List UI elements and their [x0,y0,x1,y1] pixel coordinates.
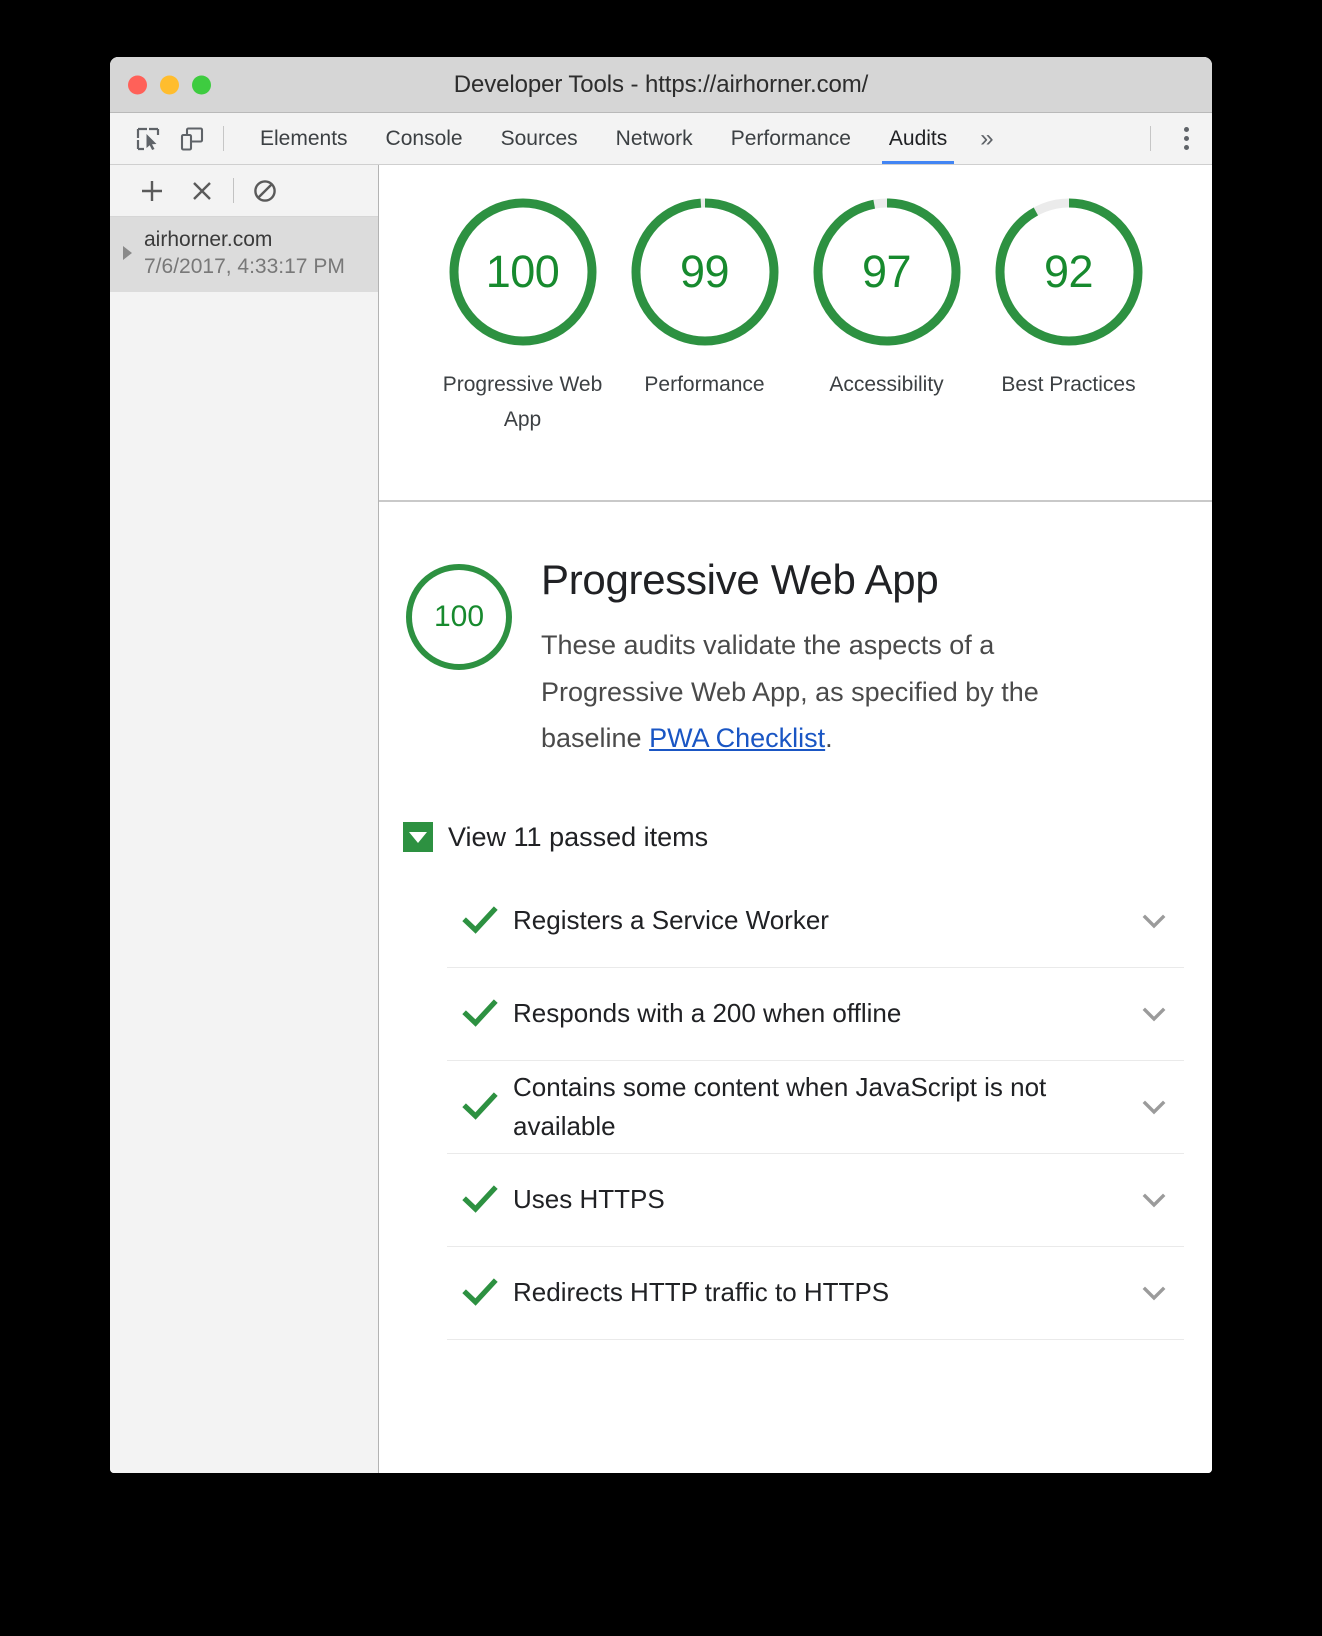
toolbar-divider [223,126,224,151]
add-audit-button[interactable] [127,177,177,205]
score-ring: 99 [627,194,783,350]
clear-audit-button[interactable] [177,177,227,205]
kebab-menu-icon[interactable] [1160,113,1212,164]
gauge-performance[interactable]: 99 Performance [614,194,796,403]
chevron-down-icon[interactable] [1124,906,1184,936]
category-header: 100 Progressive Web App These audits val… [379,556,1212,762]
audits-report-panel: 100 Progressive Web App 99 Performance 9… [379,165,1212,1473]
passed-audits-list: Registers a Service Worker Responds with… [447,875,1184,1340]
tab-label: Performance [730,126,851,150]
triangle-down-icon[interactable] [403,822,433,853]
table-row[interactable]: Contains some content when JavaScript is… [447,1061,1184,1154]
chevron-down-icon[interactable] [1124,1185,1184,1215]
devtools-window: Developer Tools - https://airhorner.com/… [110,57,1212,1473]
gauge-label: Performance [644,373,765,396]
audits-sidebar: airhorner.com 7/6/2017, 4:33:17 PM [110,165,379,1473]
score-value: 100 [485,246,560,297]
page-title: Progressive Web App [541,556,939,603]
audit-title: Uses HTTPS [513,1184,665,1215]
tab-label: Network [615,126,693,150]
gauge-accessibility[interactable]: 97 Accessibility [796,194,978,403]
check-icon [447,1089,513,1125]
tab-performance[interactable]: Performance [712,113,870,164]
block-requests-button[interactable] [240,177,290,205]
window-controls [128,75,211,94]
tab-network[interactable]: Network [597,113,712,164]
check-icon [447,903,513,939]
tab-bar-right [1141,113,1212,164]
chevron-down-icon[interactable] [1124,1092,1184,1122]
report-entry: airhorner.com 7/6/2017, 4:33:17 PM [144,226,345,281]
category-description: These audits validate the aspects of a P… [541,622,1141,761]
zoom-window-button[interactable] [192,75,211,94]
check-icon [447,996,513,1032]
score-value: 97 [861,246,912,297]
tab-label: Elements [260,126,348,150]
score-gauges: 100 Progressive Web App 99 Performance 9… [379,165,1212,502]
table-row[interactable]: Redirects HTTP traffic to HTTPS [447,1247,1184,1340]
chevron-down-icon[interactable] [1124,1278,1184,1308]
view-passed-items-toggle[interactable]: View 11 passed items [403,822,1212,853]
gauge-label: Accessibility [829,373,944,396]
tab-label: Sources [500,126,578,150]
table-row[interactable]: Registers a Service Worker [447,875,1184,968]
tab-console[interactable]: Console [367,113,482,164]
more-tabs-icon[interactable]: » [966,113,1007,164]
gauge-label: Best Practices [1001,373,1136,396]
tab-elements[interactable]: Elements [241,113,367,164]
sidebar-toolbar-divider [233,178,234,203]
category-text: Progressive Web App These audits validat… [541,556,1161,762]
report-timestamp: 7/6/2017, 4:33:17 PM [144,255,345,279]
chevron-down-icon[interactable] [1124,999,1184,1029]
score-value: 92 [1043,246,1094,297]
tab-label: Audits [888,126,948,150]
devtools-body: airhorner.com 7/6/2017, 4:33:17 PM 100 P… [110,165,1212,1473]
score-ring: 97 [809,194,965,350]
tab-label: Console [385,126,463,150]
check-icon [447,1275,513,1311]
category-section-pwa: 100 Progressive Web App These audits val… [379,502,1212,1340]
window-title: Developer Tools - https://airhorner.com/ [453,70,869,98]
check-icon [447,1182,513,1218]
description-text-after: . [825,723,833,754]
audit-title: Registers a Service Worker [513,905,829,936]
audit-title: Responds with a 200 when offline [513,998,902,1029]
pwa-checklist-link[interactable]: PWA Checklist [649,723,825,753]
device-toolbar-icon[interactable] [170,113,214,164]
sidebar-toolbar [110,165,378,217]
score-ring: 100 [445,194,601,350]
expand-triangle-icon[interactable] [110,246,144,261]
toolbar-divider-right [1150,126,1151,151]
tab-sources[interactable]: Sources [482,113,597,164]
devtools-tab-bar: Elements Console Sources Network Perform… [110,113,1212,165]
tab-audits[interactable]: Audits [870,113,966,164]
report-host: airhorner.com [144,228,273,251]
panel-tabs: Elements Console Sources Network Perform… [241,113,1008,164]
sidebar-item-report[interactable]: airhorner.com 7/6/2017, 4:33:17 PM [110,217,378,292]
audit-title: Redirects HTTP traffic to HTTPS [513,1277,890,1308]
gauge-progressive-web-app[interactable]: 100 Progressive Web App [432,194,614,437]
table-row[interactable]: Responds with a 200 when offline [447,968,1184,1061]
title-bar: Developer Tools - https://airhorner.com/ [110,57,1212,113]
table-row[interactable]: Uses HTTPS [447,1154,1184,1247]
inspect-element-icon[interactable] [126,113,170,164]
gauge-best-practices[interactable]: 92 Best Practices [978,194,1160,403]
audit-title: Contains some content when JavaScript is… [513,1071,1047,1141]
gauge-label: Progressive Web App [442,373,603,431]
score-ring: 92 [991,194,1147,350]
minimize-window-button[interactable] [160,75,179,94]
category-score-ring: 100 [403,561,515,673]
close-window-button[interactable] [128,75,147,94]
score-value: 99 [679,246,730,297]
view-passed-items-label: View 11 passed items [448,821,709,852]
category-score-value: 100 [433,600,485,633]
